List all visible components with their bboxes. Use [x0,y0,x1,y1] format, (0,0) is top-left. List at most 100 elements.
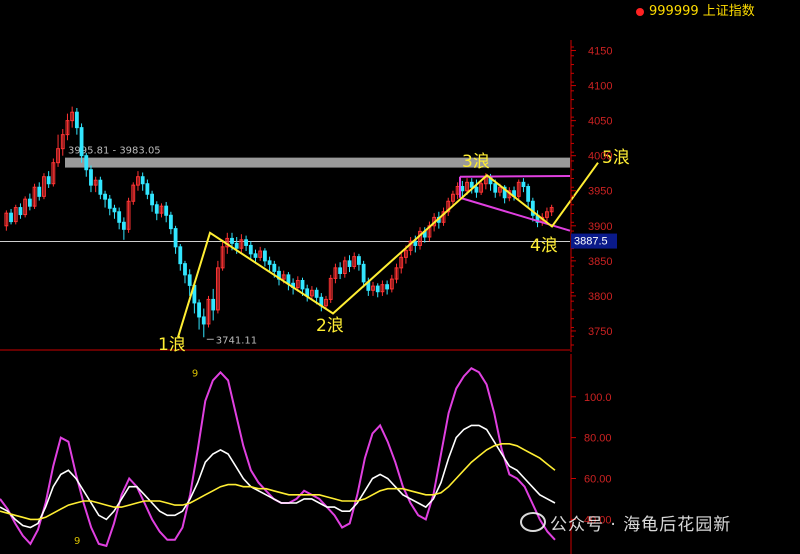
candle-body-down [253,253,258,258]
candle-body-down [347,260,352,267]
candle-body-down [357,256,361,265]
candle [112,204,117,219]
indicator-tick-label: 80.00 [584,433,612,445]
candle-body-down [521,181,526,188]
candle-body-down [18,207,23,216]
candle-body-down [338,267,343,274]
channel-upper-line [459,175,571,178]
candle [394,263,399,284]
candle-body-down [248,244,253,255]
candle [23,196,28,218]
candle-body-down [84,155,89,171]
candle [526,183,531,208]
candle [107,194,112,216]
candle [121,217,126,240]
candle [140,172,145,191]
candle-body-down [201,316,206,325]
candle-body-down [150,193,154,206]
price-tick-label: 3800 [588,291,612,303]
indicator-tick-label: 100.0 [584,392,612,404]
candle-body-down [46,176,51,185]
candle [258,246,263,261]
candle [46,171,51,188]
wave-label: 2浪 [316,316,344,336]
candle [18,203,23,219]
watermark: 公众号 · 海龟后花园新 [520,510,731,535]
candle [277,266,281,286]
candle-body-down [103,193,107,200]
candle [159,203,164,218]
candle [549,204,554,216]
wave-label: 3浪 [462,152,490,172]
candle [352,252,357,270]
candle [70,106,75,128]
candlesticks: 3741.11 [4,106,554,346]
candle [154,201,159,221]
candle [60,129,65,156]
candle-body-down [385,284,390,290]
candle-body-down [413,240,418,246]
candle-body-down [234,242,239,249]
candle-body-down [493,183,498,193]
candle [248,241,253,260]
candle [220,239,225,271]
candle-body-down [164,205,169,216]
candle [37,182,42,201]
candle [338,262,343,280]
candle [371,281,375,296]
candle [145,179,150,200]
candle [211,288,216,321]
candle [521,178,526,193]
price-axis: 4150 4100 4050 4000 3950 3900 3850 3800 3750 3887… [570,40,617,352]
candle [74,108,79,135]
candle-body-down [474,186,479,193]
candle-body-down [112,207,117,213]
candle-body-down [314,289,319,298]
candle-body-down [526,186,531,202]
candle [408,237,413,256]
price-tick-label: 3950 [588,186,612,198]
candle [32,183,37,209]
candle [357,253,361,271]
price-tick-label: 3850 [588,256,612,268]
candle [168,211,173,235]
resistance-band-rect [65,157,570,168]
candle [474,179,479,198]
candle-body-down [244,239,249,246]
candle [98,176,103,200]
candle-body-down [154,204,159,214]
price-tick-label: 3900 [588,221,612,233]
candle-body-down [300,279,305,290]
candle-body-down [37,186,42,197]
candle [201,308,206,338]
candle [103,190,107,208]
candle [131,182,136,205]
candle [215,260,220,314]
candle [13,204,18,225]
price-tick-label: 4150 [588,46,612,58]
candle [516,179,521,200]
candle [418,227,422,250]
candle [136,171,140,191]
indicator-series-line [0,442,556,521]
candle [427,221,432,242]
candle [244,235,249,252]
candle-body-down [183,263,187,276]
candle [328,274,333,303]
candle [446,197,451,216]
indicator-lines: 999 [0,366,556,548]
candle [385,280,390,295]
candle [178,244,183,271]
price-tick-label: 4050 [588,116,612,128]
candle [347,255,352,273]
elliott-waves: 1浪2浪3浪4浪5浪 [158,148,630,355]
candle-body-down [145,183,150,195]
candle [545,207,549,222]
candle-body-down [98,179,103,195]
candle-body-down [79,127,84,157]
candle [455,182,460,200]
candle [319,293,324,312]
candle [150,190,154,212]
candle-body-down [121,221,126,230]
signal-mark: 9 [74,536,80,547]
